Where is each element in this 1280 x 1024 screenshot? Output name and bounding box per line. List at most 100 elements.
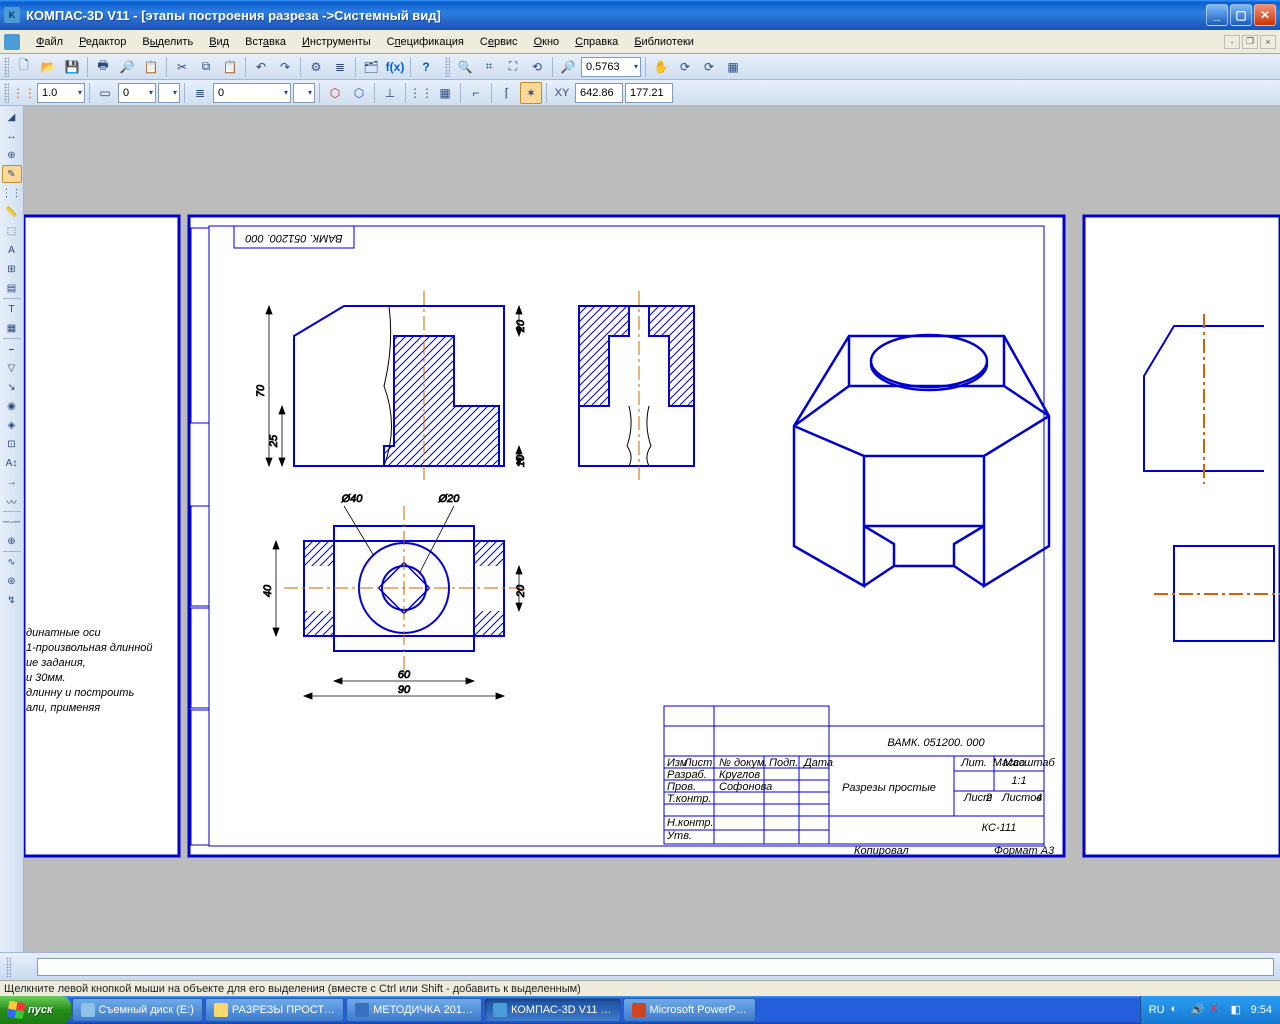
zoom-scale-button[interactable]: 🔎 [557,56,579,78]
spec-button[interactable]: 📋 [140,56,162,78]
menu-insert[interactable]: Вставка [237,34,294,50]
menu-spec[interactable]: Спецификация [379,34,472,50]
menu-libraries[interactable]: Библиотеки [626,34,702,50]
marking-tool[interactable]: ◈ [2,416,22,434]
layer-dropdown[interactable]: 0 [213,83,291,103]
brand-tool[interactable]: ◉ [2,397,22,415]
clock[interactable]: 9:54 [1251,1004,1272,1016]
grid-lines-button[interactable]: ▦ [434,82,456,104]
parametric-button[interactable]: ✶ [520,82,542,104]
zoom-prev-button[interactable]: ⟲ [526,56,548,78]
print-button[interactable]: 🖶 [92,56,114,78]
save-button[interactable]: 💾 [61,56,83,78]
taskbar-item-disk[interactable]: Съемный диск (E:) [72,998,203,1022]
measure-tab[interactable]: 📏 [2,203,22,221]
coord-y-field[interactable]: 177.21 [625,83,673,103]
grid-dots-button[interactable]: ⋮⋮ [410,82,432,104]
leader-tool[interactable]: ↘ [2,378,22,396]
menu-view[interactable]: Вид [201,34,237,50]
variables-button[interactable]: f(x) [384,56,406,78]
notation-tab[interactable]: ⊕ [2,146,22,164]
coord-x-field[interactable]: 642.86 [575,83,623,103]
doc-close-button[interactable]: × [1260,35,1276,49]
tray-network-icon[interactable]: ◧ [1231,1003,1245,1017]
menu-service[interactable]: Сервис [472,34,526,50]
menu-window[interactable]: Окно [526,34,568,50]
view-nav-dropdown[interactable] [158,83,180,103]
toolbar-grip[interactable] [445,57,450,77]
paste-button[interactable]: 📋 [219,56,241,78]
toolbar-grip[interactable] [4,57,9,77]
menu-help[interactable]: Справка [567,34,626,50]
copy-button[interactable]: ⧉ [195,56,217,78]
tray-volume-icon[interactable]: 🔊 [1191,1003,1205,1017]
toolbar-grip[interactable] [6,957,11,977]
ortho-button[interactable]: ⊥ [379,82,401,104]
drawing-canvas[interactable]: ВАМК. 051200. 000 динатные оси 1-произво… [24,106,1280,952]
autoaxis-tool[interactable]: ⊛ [2,572,22,590]
taskbar-item-doc[interactable]: МЕТОДИЧКА 201… [346,998,482,1022]
wave-tool[interactable]: ∿ [2,553,22,571]
break-tool[interactable]: 〰 [2,492,22,510]
new-button[interactable]: 🗋 [13,56,35,78]
layers-button[interactable]: ≣ [329,56,351,78]
command-input[interactable] [37,958,1274,976]
tray-icon[interactable]: ◐ [1171,1003,1185,1017]
menu-edit[interactable]: Редактор [71,34,134,50]
dimensions-tab[interactable]: ↔ [2,127,22,145]
zoom-fit-button[interactable]: ⛶ [502,56,524,78]
axis-tool[interactable]: ─·─ [2,513,22,531]
snap-off-button[interactable]: ⬡ [348,82,370,104]
menu-select[interactable]: Выделить [134,34,201,50]
close-button[interactable]: ✕ [1254,4,1276,26]
taskbar-item-powerpoint[interactable]: Microsoft PowerP… [623,998,756,1022]
select-tab[interactable]: ⬚ [2,222,22,240]
zoom-in-button[interactable]: 🔍 [454,56,476,78]
properties-button[interactable]: ⚙ [305,56,327,78]
redo-button[interactable]: ↷ [274,56,296,78]
assoc-tab[interactable]: A [2,241,22,259]
grid-step-icon[interactable]: ⋮⋮ [13,82,35,104]
layer-icon[interactable]: ≣ [189,82,211,104]
rough-tool[interactable]: ▽ [2,359,22,377]
undo-button[interactable]: ↶ [250,56,272,78]
view-button[interactable]: ▦ [722,56,744,78]
doc-minimize-button[interactable]: - [1224,35,1240,49]
local-cs-button[interactable]: ⌐ [465,82,487,104]
open-button[interactable]: 📂 [37,56,59,78]
geometry-tab[interactable]: ◢ [2,108,22,126]
cutline-tool[interactable]: A↕ [2,454,22,472]
toolbar-grip[interactable] [4,83,9,103]
menu-tools[interactable]: Инструменты [294,34,379,50]
zoom-window-button[interactable]: ⌗ [478,56,500,78]
params-tab[interactable]: ⋮⋮ [2,184,22,202]
taskbar-item-kompas[interactable]: КОМПАС-3D V11 … [484,998,621,1022]
view-dropdown[interactable]: 0 [118,83,156,103]
maximize-button[interactable]: ▢ [1230,4,1252,26]
center-tool[interactable]: ⊕ [2,532,22,550]
zoom-value-dropdown[interactable]: 0.5763 [581,57,641,77]
pan-button[interactable]: ✋ [650,56,672,78]
language-indicator[interactable]: RU [1149,1004,1165,1016]
base-tool[interactable]: ⎯ [2,340,22,358]
text-tool[interactable]: T [2,300,22,318]
more-tool[interactable]: ↯ [2,591,22,609]
layer-nav-dropdown[interactable] [293,83,315,103]
start-button[interactable]: пуск [0,996,71,1024]
manager-button[interactable]: 🗂 [360,56,382,78]
tray-shield-icon[interactable]: K [1211,1003,1225,1017]
rounding-button[interactable]: ⌈ [496,82,518,104]
doc-restore-button[interactable]: ❐ [1242,35,1258,49]
refresh-button[interactable]: ⟳ [698,56,720,78]
step-dropdown[interactable]: 1.0 [37,83,85,103]
help-button[interactable]: ? [415,56,437,78]
reports-tab[interactable]: ▤ [2,279,22,297]
view-icon[interactable]: ▭ [94,82,116,104]
minimize-button[interactable]: _ [1206,4,1228,26]
spec-tab[interactable]: ⊞ [2,260,22,278]
cut-button[interactable]: ✂ [171,56,193,78]
taskbar-item-folder[interactable]: РАЗРЕЗЫ ПРОСТ… [205,998,344,1022]
tolerance-tool[interactable]: ⊡ [2,435,22,453]
table-tool[interactable]: ▦ [2,319,22,337]
edit-tab[interactable]: ✎ [2,165,22,183]
